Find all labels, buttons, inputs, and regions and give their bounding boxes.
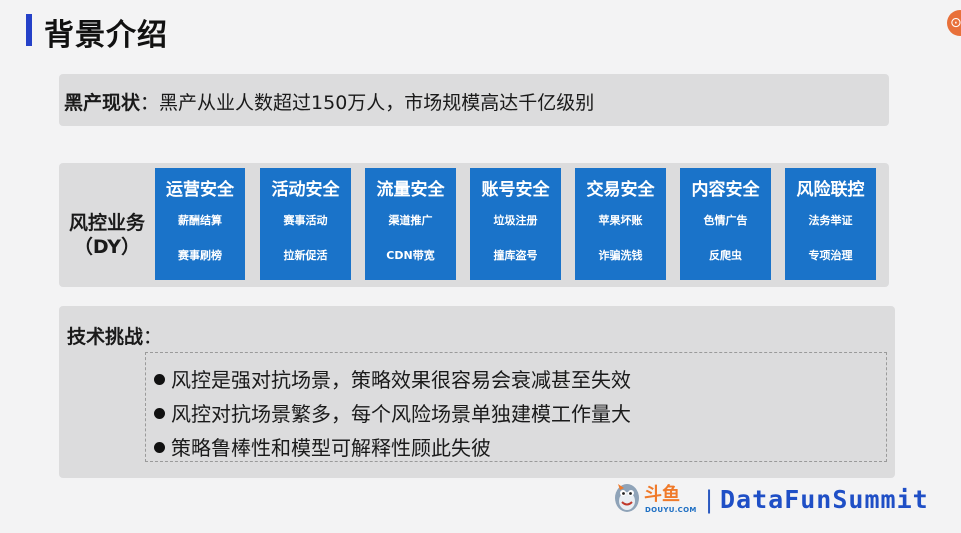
- card-title: 内容安全: [691, 180, 760, 200]
- tech-label: 技术挑战: [67, 326, 144, 348]
- card-title: 账号安全: [481, 180, 550, 200]
- card-item: 诈骗洗钱: [598, 249, 643, 262]
- card-title: 风险联控: [796, 180, 865, 200]
- logo-english: DOUYU.COM: [645, 506, 697, 514]
- card-item: 色情广告: [703, 214, 748, 227]
- business-card-activity: 活动安全 赛事活动 拉新促活: [260, 168, 351, 280]
- bullet-item: 风控对抗场景繁多，每个风险场景单独建模工作量大: [154, 398, 631, 427]
- bullet-text: 风控对抗场景繁多，每个风险场景单独建模工作量大: [171, 402, 631, 426]
- business-card-transaction: 交易安全 苹果坏账 诈骗洗钱: [575, 168, 666, 280]
- card-item: 薪酬结算: [178, 214, 222, 227]
- bullet-dot-icon: [154, 374, 165, 385]
- status-description: 黑产从业人数超过150万人，市场规模高达千亿级别: [159, 92, 595, 114]
- card-item: 渠道推广: [388, 214, 433, 227]
- page-title: 背景介绍: [44, 18, 168, 53]
- douyu-logo: 斗鱼 DOUYU.COM: [612, 480, 696, 520]
- status-label: 黑产现状: [64, 92, 141, 114]
- card-item: 反爬虫: [709, 249, 742, 262]
- card-item: 垃圾注册: [493, 214, 538, 227]
- title-accent-bar: [26, 14, 32, 46]
- card-item: 专项治理: [808, 249, 853, 262]
- business-card-operation: 运营安全 薪酬结算 赛事刷榜: [155, 168, 245, 280]
- card-item: CDN带宽: [386, 249, 435, 262]
- business-card-traffic: 流量安全 渠道推广 CDN带宽: [365, 168, 456, 280]
- card-item: 拉新促活: [283, 249, 328, 262]
- status-text: 黑产现状：黑产从业人数超过150万人，市场规模高达千亿级别: [64, 88, 594, 115]
- card-item: 赛事刷榜: [178, 249, 222, 262]
- logo-chinese: 斗鱼: [644, 484, 680, 505]
- business-label: 风控业务 （DY）: [67, 211, 147, 259]
- status-panel: 黑产现状：黑产从业人数超过150万人，市场规模高达千亿级别: [59, 74, 889, 126]
- corner-badge-icon: ⊙: [947, 10, 961, 36]
- bullet-dot-icon: [154, 408, 165, 419]
- tech-separator: ：: [143, 326, 163, 348]
- business-panel: 风控业务 （DY） 运营安全 薪酬结算 赛事刷榜 活动安全 赛事活动 拉新促活 …: [59, 163, 889, 287]
- bullet-item: 策略鲁棒性和模型可解释性顾此失彼: [154, 432, 491, 461]
- business-label-line1: 风控业务: [68, 212, 145, 234]
- status-separator: ：: [140, 92, 160, 114]
- fish-mascot-icon: [615, 484, 639, 512]
- bullet-text: 风控是强对抗场景，策略效果很容易会衰减甚至失效: [171, 368, 631, 392]
- card-item: 赛事活动: [283, 214, 328, 227]
- card-item: 苹果坏账: [598, 214, 643, 227]
- card-item: 撞库盗号: [493, 249, 538, 262]
- card-title: 运营安全: [166, 180, 234, 200]
- tech-title: 技术挑战：: [67, 322, 162, 349]
- business-label-line2: （DY）: [73, 236, 141, 258]
- card-title: 交易安全: [586, 180, 655, 200]
- footer-separator: |: [705, 486, 714, 514]
- business-card-content: 内容安全 色情广告 反爬虫: [680, 168, 771, 280]
- business-card-account: 账号安全 垃圾注册 撞库盗号: [470, 168, 561, 280]
- brand-name: DataFunSummit: [720, 485, 929, 514]
- card-item: 法务举证: [808, 214, 853, 227]
- card-title: 活动安全: [271, 180, 340, 200]
- tech-bullet-list: 风控是强对抗场景，策略效果很容易会衰减甚至失效 风控对抗场景繁多，每个风险场景单…: [145, 352, 887, 462]
- bullet-item: 风控是强对抗场景，策略效果很容易会衰减甚至失效: [154, 364, 631, 393]
- card-title: 流量安全: [376, 180, 445, 200]
- bullet-text: 策略鲁棒性和模型可解释性顾此失彼: [171, 436, 491, 460]
- business-card-joint-control: 风险联控 法务举证 专项治理: [785, 168, 876, 280]
- tech-challenge-panel: 技术挑战： 风控是强对抗场景，策略效果很容易会衰减甚至失效 风控对抗场景繁多，每…: [59, 306, 895, 478]
- bullet-dot-icon: [154, 442, 165, 453]
